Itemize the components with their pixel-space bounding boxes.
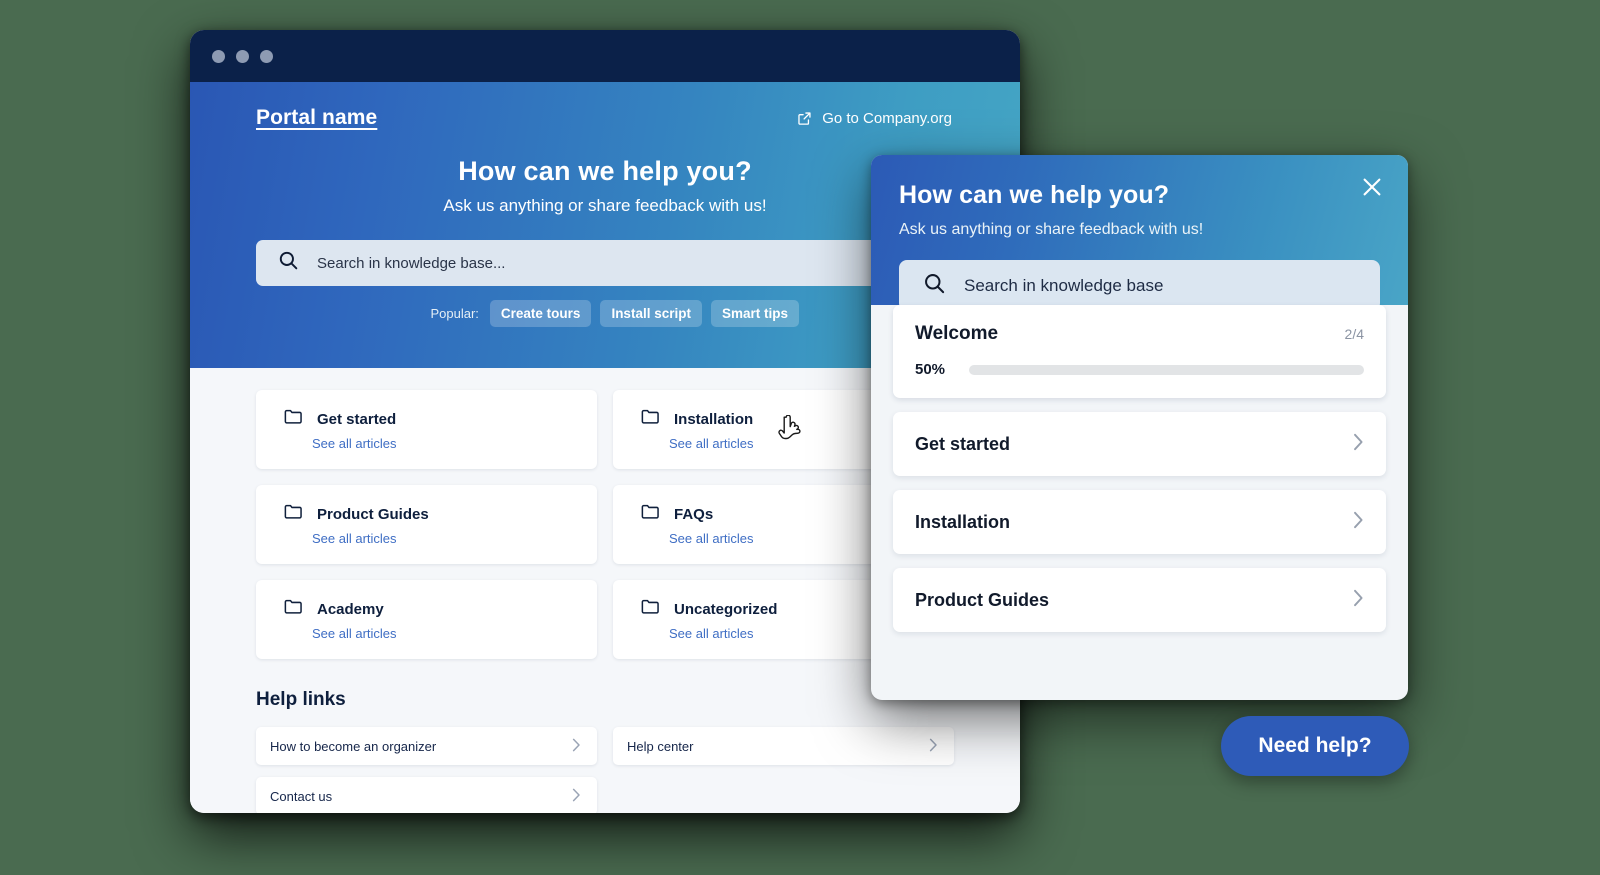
popular-chip-install-script[interactable]: Install script <box>600 300 702 327</box>
category-card-product-guides[interactable]: Product Guides See all articles <box>256 485 597 564</box>
popular-label: Popular: <box>430 306 479 321</box>
go-to-company-label: Go to Company.org <box>822 109 952 127</box>
help-link-how-to-become-an-organizer[interactable]: How to become an organizer <box>256 727 597 765</box>
folder-icon <box>641 408 660 430</box>
category-see-all-articles-link[interactable]: See all articles <box>312 436 597 451</box>
portal-name-link[interactable]: Portal name <box>256 106 377 130</box>
widget-item-installation[interactable]: Installation <box>893 490 1386 554</box>
widget-item-product-guides[interactable]: Product Guides <box>893 568 1386 632</box>
popular-chip-create-tours[interactable]: Create tours <box>489 300 592 327</box>
category-title: Get started <box>317 410 397 428</box>
folder-icon <box>641 598 660 620</box>
widget-title: How can we help you? <box>899 181 1170 209</box>
search-icon <box>923 272 946 300</box>
widget-body: Welcome 2/4 50% Get started Installation <box>871 305 1408 632</box>
widget-search-placeholder-text: Search in knowledge base <box>964 275 1164 295</box>
welcome-step-count: 2/4 <box>1344 326 1364 342</box>
help-links-grid: How to become an organizer Help center C… <box>256 727 954 813</box>
popular-chip-smart-tips[interactable]: Smart tips <box>710 300 799 327</box>
category-card-header: Product Guides <box>284 503 597 525</box>
close-icon[interactable] <box>1358 173 1386 201</box>
help-link-contact-us[interactable]: Contact us <box>256 777 597 813</box>
window-close-dot[interactable] <box>212 49 225 63</box>
widget-item-label: Installation <box>915 511 1011 532</box>
widget-item-get-started[interactable]: Get started <box>893 412 1386 476</box>
progress-percent-label: 50% <box>915 361 946 378</box>
category-card-header: Get started <box>284 408 597 430</box>
folder-icon <box>284 503 303 525</box>
chevron-right-icon <box>572 788 581 805</box>
help-widget-panel: How can we help you? Ask us anything or … <box>871 155 1408 700</box>
widget-item-label: Product Guides <box>915 589 1050 610</box>
search-icon <box>278 250 299 276</box>
folder-icon <box>641 503 660 525</box>
search-placeholder-text: Search in knowledge base... <box>317 254 506 272</box>
help-link-help-center[interactable]: Help center <box>613 727 954 765</box>
chevron-right-icon <box>929 738 938 755</box>
category-card-academy[interactable]: Academy See all articles <box>256 580 597 659</box>
category-card-header: Academy <box>284 598 597 620</box>
hero-top-bar: Portal name Go to Company.org <box>190 82 1020 130</box>
category-title: Academy <box>317 600 384 618</box>
welcome-title: Welcome <box>915 323 999 344</box>
help-links-heading: Help links <box>256 689 346 710</box>
help-link-label: Contact us <box>270 788 333 804</box>
category-title: Product Guides <box>317 505 429 523</box>
external-link-icon <box>797 111 812 126</box>
folder-icon <box>284 598 303 620</box>
progress-bar-track <box>969 364 1364 375</box>
category-title: Installation <box>674 410 754 428</box>
help-link-label: How to become an organizer <box>270 738 437 754</box>
widget-search-input[interactable]: Search in knowledge base <box>899 260 1380 311</box>
widget-subtitle: Ask us anything or share feedback with u… <box>899 221 1204 238</box>
chevron-right-icon <box>1353 433 1364 456</box>
welcome-progress-card[interactable]: Welcome 2/4 50% <box>893 305 1386 398</box>
category-see-all-articles-link[interactable]: See all articles <box>312 531 597 546</box>
search-input[interactable]: Search in knowledge base... <box>256 240 954 286</box>
chevron-right-icon <box>1353 511 1364 534</box>
welcome-progress-row: 50% <box>915 361 1364 378</box>
widget-item-label: Get started <box>915 433 1011 454</box>
need-help-launcher-button[interactable]: Need help? <box>1221 716 1409 776</box>
category-cards-grid: Get started See all articles Installatio… <box>256 390 954 659</box>
chevron-right-icon <box>1353 589 1364 612</box>
go-to-company-link[interactable]: Go to Company.org <box>797 110 982 127</box>
category-see-all-articles-link[interactable]: See all articles <box>312 626 597 641</box>
window-maximize-dot[interactable] <box>260 49 273 63</box>
category-title: FAQs <box>674 505 714 523</box>
popular-searches-row: Popular: Create tours Install script Sma… <box>190 300 954 327</box>
chevron-right-icon <box>572 738 581 755</box>
folder-icon <box>284 408 303 430</box>
help-link-label: Help center <box>627 738 694 754</box>
category-title: Uncategorized <box>674 600 778 618</box>
window-minimize-dot[interactable] <box>236 49 249 63</box>
browser-titlebar <box>190 30 1020 82</box>
welcome-card-header: Welcome 2/4 <box>915 323 1364 345</box>
category-card-get-started[interactable]: Get started See all articles <box>256 390 597 469</box>
hero-search-wrap: Search in knowledge base... <box>256 240 954 286</box>
